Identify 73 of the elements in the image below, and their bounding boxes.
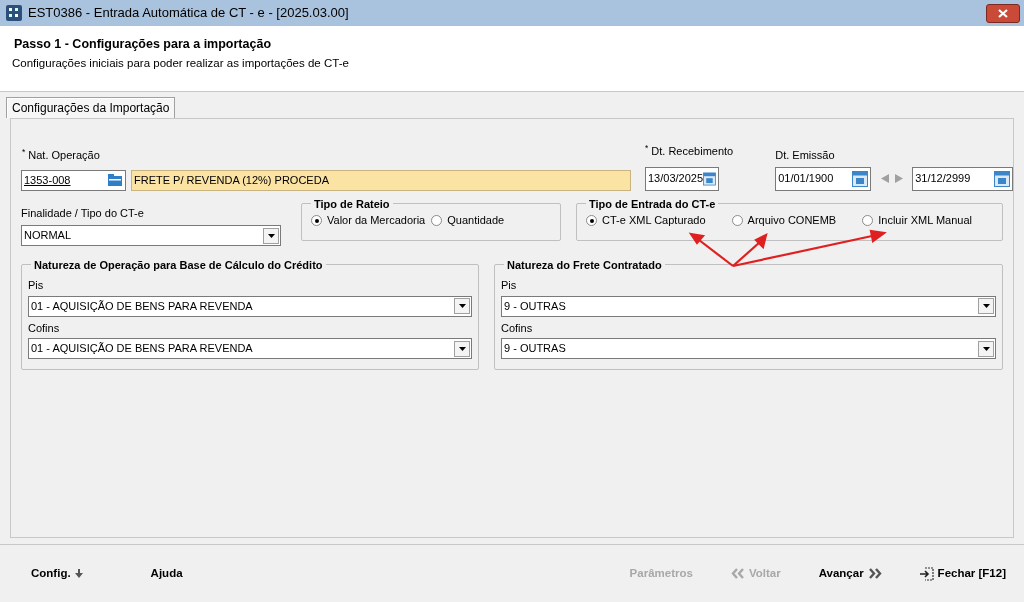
dropdown-field[interactable]: 01 - AQUISIÇÃO DE BENS PARA REVENDA [28, 338, 472, 359]
dropdown-value: 01 - AQUISIÇÃO DE BENS PARA REVENDA [31, 298, 253, 314]
previous-arrow-icon[interactable] [881, 174, 890, 183]
dropdown-value: 01 - AQUISIÇÃO DE BENS PARA REVENDA [31, 341, 253, 357]
description-field: FRETE P/ REVENDA (12%) PROCEDA [131, 169, 631, 191]
radio-button[interactable] [731, 215, 743, 226]
radio-label: Quantidade [447, 213, 505, 229]
close-button[interactable] [986, 3, 1020, 23]
radio-label: CT-e XML Capturado [602, 213, 706, 229]
calendar-icon[interactable] [703, 170, 716, 187]
dropdown-button[interactable] [978, 340, 994, 357]
app-icon [6, 5, 22, 21]
radio-label: Valor da Mercadoria [327, 213, 426, 229]
field-label: Cofins [28, 320, 61, 336]
radio-option[interactable]: CT-e XML Capturado [586, 212, 706, 229]
caret-icon [267, 233, 275, 238]
double-left-icon [730, 568, 745, 579]
tab[interactable]: Configurações da Importação [6, 97, 176, 118]
dropdown-value: NORMAL [24, 228, 72, 244]
footer-button[interactable]: Fechar [F12] [919, 564, 1006, 583]
radio-option[interactable]: Arquivo CONEMB [731, 212, 837, 229]
caret-icon [982, 346, 990, 351]
footer-button[interactable]: Avançar [818, 564, 882, 583]
caret-icon [458, 346, 466, 351]
date-value: 13/03/2025 [648, 171, 704, 187]
radio-button[interactable] [311, 215, 322, 226]
caret-icon [982, 304, 990, 308]
field-label: Cofins [501, 320, 534, 336]
field-label: Dt. Emissão [775, 148, 836, 163]
date-field[interactable]: 13/03/2025 [645, 166, 719, 191]
calendar-icon[interactable] [994, 170, 1011, 187]
date-field[interactable]: 31/12/2999 [912, 166, 1014, 191]
field-label: $^{*}$ Dt. Recebimento [645, 143, 734, 159]
dropdown-value: 9 - OUTRAS [504, 341, 566, 357]
dropdown-button[interactable] [978, 298, 994, 314]
footer-button[interactable]: Ajuda [150, 564, 183, 583]
window-title: EST0386 - Entrada Automática de CT - e - [2025.03.00] [28, 4, 349, 23]
dropdown-field[interactable]: 9 - OUTRAS [501, 295, 996, 317]
dropdown-button[interactable] [454, 298, 470, 314]
down-arrow-icon [74, 569, 83, 578]
radio-option[interactable]: Quantidade [431, 212, 505, 229]
exit-icon [919, 566, 934, 581]
radio-label: Incluir XML Manual [878, 213, 972, 229]
step-subtitle: Configurações iniciais para poder realizar as importações de CT-e [12, 55, 350, 71]
radio-button[interactable] [586, 215, 597, 226]
field-label: $^{*}$ Nat. Operação [22, 147, 101, 163]
date-value: 01/01/1900 [778, 171, 834, 187]
radio-button[interactable] [431, 215, 443, 226]
radio-button[interactable] [862, 215, 874, 226]
code-field[interactable]: 1353-008 [21, 169, 126, 191]
dropdown-field[interactable]: 9 - OUTRAS [501, 338, 996, 359]
field-label: Finalidade / Tipo do CT-e [21, 205, 145, 221]
dropdown-value: 9 - OUTRAS [504, 298, 566, 314]
caret-icon [458, 304, 466, 308]
double-right-icon [867, 568, 882, 579]
dropdown-field[interactable]: 01 - AQUISIÇÃO DE BENS PARA REVENDA [28, 295, 472, 317]
field-label: Pis [501, 278, 518, 293]
date-value: 31/12/2999 [915, 171, 971, 187]
calendar-icon[interactable] [852, 170, 869, 187]
footer-button[interactable]: Config. [31, 564, 83, 583]
radio-option[interactable]: Incluir XML Manual [862, 212, 972, 229]
next-arrow-icon[interactable] [895, 174, 904, 183]
radio-label: Arquivo CONEMB [747, 213, 837, 229]
code-value: 1353-008 [24, 172, 71, 188]
dropdown-button[interactable] [263, 227, 279, 244]
radio-option[interactable]: Valor da Mercadoria [311, 212, 426, 229]
field-label: Pis [28, 278, 45, 293]
dropdown-button[interactable] [454, 340, 470, 357]
dropdown-field[interactable]: NORMAL [21, 225, 281, 246]
step-title: Passo 1 - Configurações para a importação [14, 36, 273, 53]
close-icon [998, 8, 1008, 18]
date-field[interactable]: 01/01/1900 [775, 166, 872, 191]
folder-icon[interactable] [108, 174, 122, 186]
